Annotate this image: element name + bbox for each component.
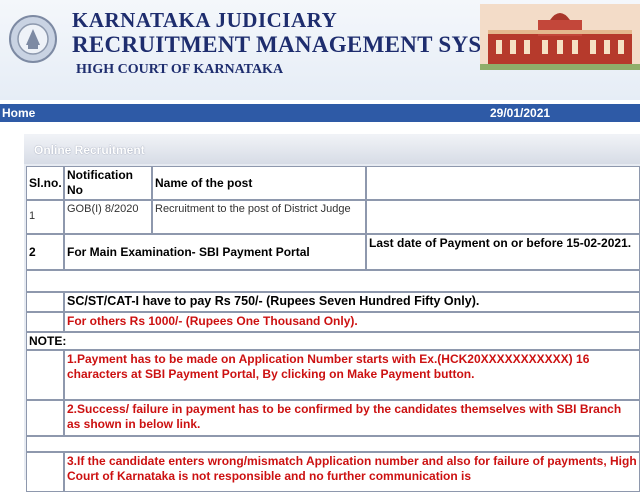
title-line-3: HIGH COURT OF KARNATAKA xyxy=(76,62,284,77)
note3-blank xyxy=(26,452,64,492)
note-label: NOTE: xyxy=(26,332,640,350)
current-date: 29/01/2021 xyxy=(490,106,551,120)
karnataka-emblem-icon xyxy=(9,15,57,63)
row1-notification: GOB(I) 8/2020 xyxy=(64,200,152,234)
panel-header: Online Recruitment xyxy=(24,134,640,164)
panel-title: Online Recruitment xyxy=(34,143,145,157)
header-notification: Notification No xyxy=(64,166,152,200)
note1-blank xyxy=(26,350,64,400)
fee-others-blank xyxy=(26,312,64,332)
header-slno: Sl.no. xyxy=(26,166,64,200)
row1-slno: 1 xyxy=(26,200,64,234)
fee-others: For others Rs 1000/- (Rupees One Thousan… xyxy=(64,312,640,332)
spacer-row xyxy=(26,270,640,292)
row2-last-date: Last date of Payment on or before 15-02-… xyxy=(366,234,640,270)
note-1: 1.Payment has to be made on Application … xyxy=(64,350,640,400)
title-line-1: KARNATAKA JUDICIARY xyxy=(72,8,338,32)
row1-empty xyxy=(366,200,640,234)
fee-sc-blank xyxy=(26,292,64,312)
title-line-2: RECRUITMENT MANAGEMENT SYSTEM xyxy=(72,32,535,57)
nav-bar: Home 29/01/2021 xyxy=(0,104,640,122)
spacer-row-2 xyxy=(26,436,640,452)
header-empty xyxy=(366,166,640,200)
header-banner: KARNATAKA JUDICIARY RECRUITMENT MANAGEME… xyxy=(0,0,640,100)
high-court-building-icon xyxy=(480,4,640,70)
recruitment-table: Sl.no. Notification No Name of the post … xyxy=(26,166,640,492)
header-post: Name of the post xyxy=(152,166,366,200)
fee-sc-st: SC/ST/CAT-I have to pay Rs 750/- (Rupees… xyxy=(64,292,640,312)
home-link[interactable]: Home xyxy=(2,106,35,120)
row2-slno: 2 xyxy=(26,234,64,270)
note-3: 3.If the candidate enters wrong/mismatch… xyxy=(64,452,640,492)
row1-post: Recruitment to the post of District Judg… xyxy=(152,200,366,234)
note2-blank xyxy=(26,400,64,436)
row2-payment-portal: For Main Examination- SBI Payment Portal xyxy=(64,234,366,270)
note-2: 2.Success/ failure in payment has to be … xyxy=(64,400,640,436)
